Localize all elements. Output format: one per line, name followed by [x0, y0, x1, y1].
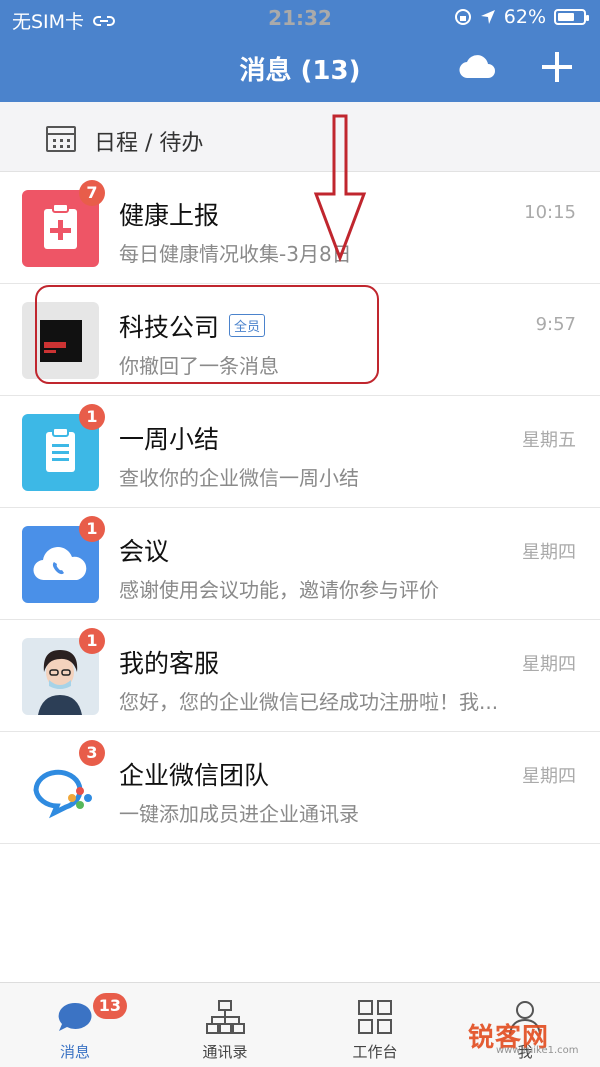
- conversation-time: 星期四: [522, 542, 576, 563]
- unread-badge: 1: [79, 516, 105, 542]
- conversation-preview: 查收你的企业微信一周小结: [119, 466, 359, 490]
- unread-badge: 1: [79, 404, 105, 430]
- conversation-time: 星期四: [522, 654, 576, 675]
- conversation-title: 企业微信团队: [119, 761, 270, 790]
- watermark-site: www.ruike1.com: [496, 1045, 579, 1056]
- conversation-title: 我的客服: [119, 649, 220, 678]
- location-icon: [480, 10, 495, 24]
- conversation-row-meeting[interactable]: 1 会议 感谢使用会议功能，邀请你参与评价 星期四: [0, 508, 600, 620]
- conversation-row-weekly[interactable]: 1 一周小结 查收你的企业微信一周小结 星期五: [0, 396, 600, 508]
- health-report-avatar: 7: [22, 180, 105, 267]
- add-button[interactable]: [540, 50, 574, 84]
- status-bar: 无SIM卡 21:32 62%: [0, 0, 600, 36]
- top-bar: 无SIM卡 21:32 62% 消息 (13): [0, 0, 600, 102]
- cloud-icon: [459, 55, 495, 79]
- conversation-preview: 一键添加成员进企业通讯录: [119, 802, 359, 826]
- unread-badge: 7: [79, 180, 105, 206]
- wecom-team-avatar: 3: [22, 740, 105, 827]
- tab-badge: 13: [92, 993, 127, 1019]
- org-chart-icon: [206, 1000, 245, 1034]
- conversation-row-team[interactable]: 3 企业微信团队 一键添加成员进企业通讯录 星期四: [0, 732, 600, 844]
- schedule-bar[interactable]: 日程 / 待办: [0, 102, 600, 172]
- rotation-lock-icon: [454, 9, 471, 25]
- unread-badge: 3: [79, 740, 105, 766]
- tab-label: 通讯录: [202, 1043, 248, 1061]
- highlight-rounded-rect: [35, 285, 379, 384]
- conversation-time: 9:57: [535, 314, 576, 335]
- tab-workbench[interactable]: 工作台: [315, 983, 435, 1067]
- tab-contacts[interactable]: 通讯录: [165, 983, 285, 1067]
- meeting-avatar: 1: [22, 516, 105, 603]
- conversation-time: 10:15: [524, 202, 576, 223]
- conversation-row-service[interactable]: 1 我的客服 您好，您的企业微信已经成功注册啦！我... 星期四: [0, 620, 600, 732]
- service-avatar: 1: [22, 628, 105, 715]
- conversation-preview: 感谢使用会议功能，邀请你参与评价: [119, 578, 439, 602]
- watermark: 锐客网 www.ruike1.com: [456, 989, 596, 1059]
- battery-percent: 62%: [503, 6, 546, 28]
- cloud-button[interactable]: [458, 52, 498, 82]
- conversation-title: 一周小结: [119, 425, 220, 454]
- schedule-label: 日程 / 待办: [94, 131, 204, 156]
- tab-label: 消息: [59, 1043, 90, 1061]
- conversation-title: 会议: [119, 537, 170, 566]
- tab-label: 工作台: [352, 1043, 398, 1061]
- chat-bubble-icon: [58, 1002, 92, 1031]
- calendar-icon: [46, 126, 76, 152]
- conversation-time: 星期四: [522, 766, 576, 787]
- page-title: 消息 (13): [239, 56, 361, 86]
- down-arrow-annotation: [313, 114, 367, 262]
- conversation-row-health[interactable]: 7 健康上报 每日健康情况收集-3月8日 10:15: [0, 172, 600, 284]
- conversation-preview: 您好，您的企业微信已经成功注册啦！我...: [119, 690, 499, 714]
- weekly-summary-avatar: 1: [22, 404, 105, 491]
- conversation-list: 7 健康上报 每日健康情况收集-3月8日 10:15 科技公司 全员 你撤回了一条…: [0, 172, 600, 844]
- battery-icon: [554, 9, 589, 25]
- tab-messages[interactable]: 13 消息: [15, 983, 135, 1067]
- grid-icon: [358, 1000, 392, 1034]
- conversation-time: 星期五: [522, 430, 576, 451]
- unread-badge: 1: [79, 628, 105, 654]
- conversation-title: 健康上报: [119, 201, 220, 230]
